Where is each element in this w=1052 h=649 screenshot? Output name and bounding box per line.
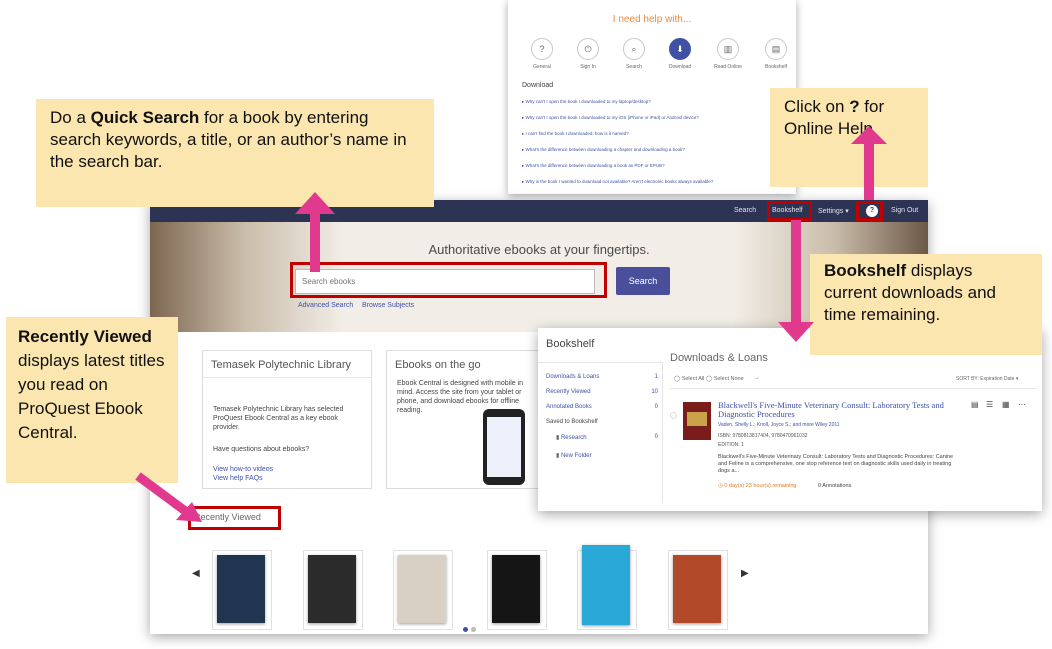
book-cover-5[interactable] <box>582 545 630 625</box>
quick-search-arrow <box>295 192 335 272</box>
mobile-card: Ebooks on the go Ebook Central is design… <box>386 350 540 489</box>
loan-remaining: ◷ 0 day(s) 23 hour(s) remaining <box>718 483 797 489</box>
help-question-link[interactable]: ▸ Why can't I open the book I downloaded… <box>522 115 699 121</box>
power-icon: ⏻ <box>577 38 599 60</box>
help-category-sign-in[interactable]: ⏻ Sign In <box>566 38 610 70</box>
carousel-dot[interactable] <box>471 627 476 632</box>
book-isbn: ISBN: 9780813817404, 9780470961032 <box>718 433 808 439</box>
help-category-search[interactable]: ⌕ Search <box>612 38 656 70</box>
book-edition: EDITION: 1 <box>718 442 744 448</box>
select-none-checkbox[interactable]: ◯ Select None <box>706 376 744 382</box>
nav-settings-menu[interactable]: Settings ▾ <box>818 207 849 215</box>
export-arrow-icon[interactable]: → <box>754 375 760 381</box>
help-panel: I need help with... ? General ⏻ Sign In … <box>508 0 796 194</box>
help-section-title: Download <box>522 82 554 89</box>
help-category-download[interactable]: ⬇ Download <box>658 38 702 70</box>
carousel-dot-active[interactable] <box>463 627 468 632</box>
book-title-link[interactable]: Blackwell's Five-Minute Veterinary Consu… <box>718 401 948 419</box>
question-icon: ? <box>531 38 553 60</box>
book-cover-6[interactable] <box>673 555 721 623</box>
library-card-description: Temasek Polytechnic Library has selected… <box>213 406 344 431</box>
bookshelf-title: Bookshelf <box>546 338 595 350</box>
carousel-next-arrow[interactable]: ▶ <box>741 568 749 579</box>
help-question-link[interactable]: ▸ Why is the book I wanted to download n… <box>522 179 713 185</box>
read-online-icon[interactable]: ▤ <box>971 400 979 409</box>
sidebar-item-downloads[interactable]: Downloads & Loans 1 <box>546 374 658 380</box>
search-icon: ⌕ <box>623 38 645 60</box>
bookshelf-panel: Bookshelf Downloads & Loans 1 Recently Vi… <box>538 328 1042 511</box>
sidebar-item-annotated[interactable]: Annotated Books 0 <box>546 404 658 410</box>
bookshelf-callout: Bookshelf displays current downloads and… <box>810 254 1042 355</box>
annotations-count[interactable]: 0 Annotations <box>818 483 851 489</box>
sidebar-item-recently-viewed[interactable]: Recently Viewed 10 <box>546 389 658 395</box>
book-summary: Blackwell's Five-Minute Veterinary Consu… <box>718 454 954 474</box>
sidebar-saved-heading: Saved to Bookshelf <box>546 419 598 425</box>
help-question-link[interactable]: ▸ What's the difference between download… <box>522 163 665 169</box>
list-icon[interactable]: ☰ <box>986 400 993 409</box>
help-faqs-link[interactable]: View help FAQs <box>213 474 263 483</box>
book-cover-3[interactable] <box>398 555 446 623</box>
recently-viewed-callout: Recently Viewed displays latest titles y… <box>6 317 178 483</box>
book-thumbnail[interactable] <box>683 402 711 440</box>
book-cover-4[interactable] <box>492 555 540 623</box>
bookshelf-arrow <box>778 220 814 342</box>
recently-viewed-arrow <box>135 472 202 522</box>
help-category-read-online[interactable]: ▥ Read Online <box>706 38 750 70</box>
nav-signout-link[interactable]: Sign Out <box>891 207 918 214</box>
help-title: I need help with... <box>612 14 692 25</box>
sort-dropdown[interactable]: SORT BY: Expiration Date ▾ <box>956 376 1018 382</box>
help-arrow <box>851 126 887 200</box>
book-cover-1[interactable] <box>217 555 265 623</box>
help-category-general[interactable]: ? General <box>520 38 564 70</box>
how-to-videos-link[interactable]: View how-to videos <box>213 465 273 474</box>
download-icon: ⬇ <box>669 38 691 60</box>
sidebar-folder-research[interactable]: ▮ Research 0 <box>556 434 658 441</box>
help-icon-highlight <box>856 201 883 221</box>
advanced-search-link[interactable]: Advanced Search <box>298 302 353 309</box>
library-card-question: Have questions about ebooks? <box>213 446 310 453</box>
search-button[interactable]: Search <box>616 267 670 295</box>
carousel-prev-arrow[interactable]: ◀ <box>192 568 200 579</box>
library-card-title: Temasek Polytechnic Library <box>211 359 352 371</box>
quick-search-callout: Do a Quick Search for a book by entering… <box>36 99 434 207</box>
new-folder-button[interactable]: ▮ New Folder <box>556 452 592 459</box>
mobile-card-title: Ebooks on the go <box>395 359 481 371</box>
nav-search-link[interactable]: Search <box>734 207 756 214</box>
help-category-bookshelf[interactable]: ▤ Bookshelf <box>754 38 798 70</box>
book-icon: ▥ <box>717 38 739 60</box>
downloads-heading: Downloads & Loans <box>670 352 768 364</box>
help-question-link[interactable]: ▸ Why can't I open the book I downloaded… <box>522 99 651 105</box>
library-card: Temasek Polytechnic Library Temasek Poly… <box>202 350 372 489</box>
book-cover-2[interactable] <box>308 555 356 623</box>
cite-icon[interactable]: ▦ <box>1002 400 1010 409</box>
phone-image <box>483 409 525 485</box>
bookshelf-icon: ▤ <box>765 38 787 60</box>
help-question-link[interactable]: ▸ What's the difference between download… <box>522 147 685 153</box>
browse-subjects-link[interactable]: Browse Subjects <box>362 302 414 309</box>
help-question-link[interactable]: ▸ I can't find the book I downloaded, ho… <box>522 131 629 137</box>
select-all-checkbox[interactable]: ◯ Select All <box>674 376 704 382</box>
book-select-checkbox[interactable]: ◯ <box>670 412 677 419</box>
more-options-icon[interactable]: ⋯ <box>1018 400 1026 409</box>
book-authors: Vaden, Shelly L.; Knoll, Joyce S.; and m… <box>718 422 840 428</box>
